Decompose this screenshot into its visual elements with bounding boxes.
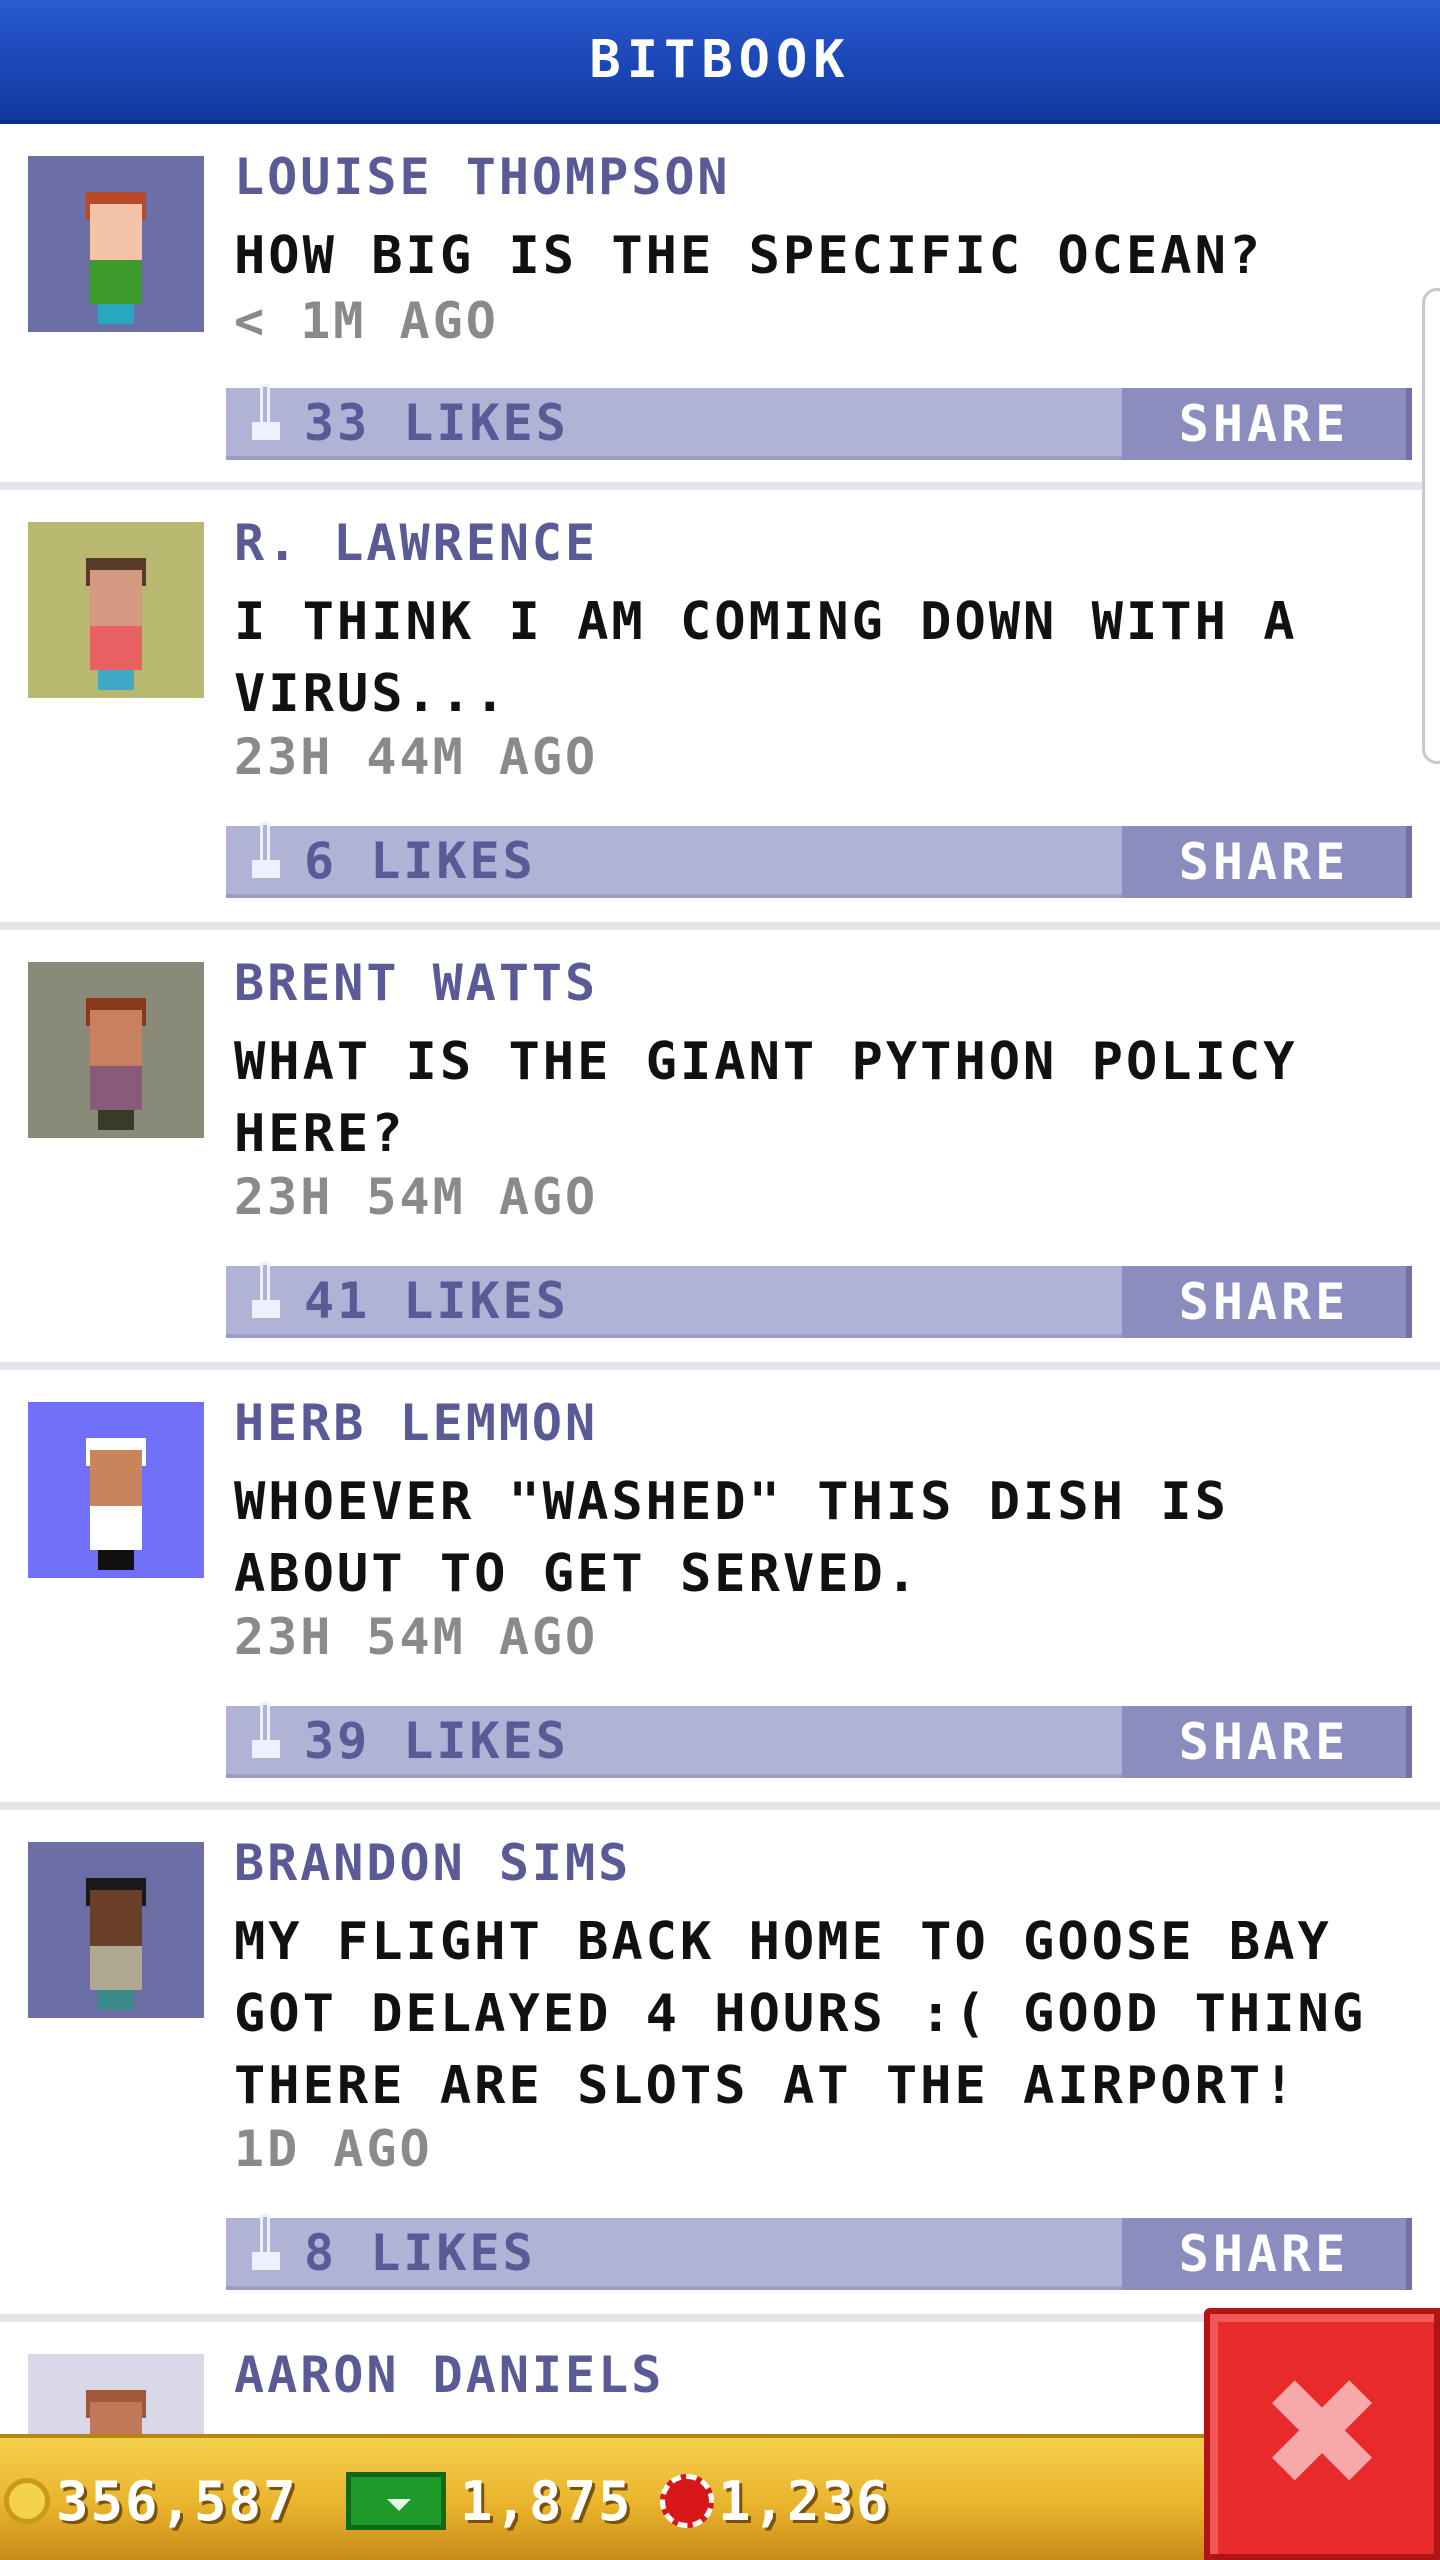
like-bar[interactable]: 39 LIKES SHARE (226, 1702, 1412, 1778)
avatar[interactable] (28, 1402, 204, 1578)
person-sprite (68, 1858, 164, 2018)
avatar[interactable] (28, 1842, 204, 2018)
post-feed[interactable]: LOUISE THOMPSON HOW BIG IS THE SPECIFIC … (0, 124, 1440, 2434)
share-label: SHARE (1178, 2225, 1350, 2283)
person-sprite (68, 2370, 164, 2434)
app-header: BITBOOK (0, 0, 1440, 124)
post-item: R. LAWRENCE I THINK I AM COMING DOWN WIT… (0, 490, 1440, 930)
post-time: < 1M AGO (234, 292, 499, 350)
coins-stat: 356,587 (4, 2458, 298, 2544)
post-time: 23H 54M AGO (234, 1168, 599, 1226)
post-time: 1D AGO (234, 2120, 433, 2178)
bux-icon (660, 2474, 714, 2528)
bux-stat: 1,236 (660, 2458, 891, 2544)
page-title: BITBOOK (589, 30, 851, 90)
like-bar[interactable]: 8 LIKES SHARE (226, 2214, 1412, 2290)
avatar[interactable] (28, 522, 204, 698)
thumb-up-icon (246, 1262, 286, 1322)
post-author[interactable]: R. LAWRENCE (234, 514, 598, 572)
post-item: LOUISE THOMPSON HOW BIG IS THE SPECIFIC … (0, 124, 1440, 490)
likes-count: 39 LIKES (304, 1712, 569, 1770)
close-button[interactable]: ✖ (1204, 2308, 1440, 2560)
post-item: BRENT WATTS WHAT IS THE GIANT PYTHON POL… (0, 930, 1440, 1370)
likes-count: 8 LIKES (304, 2224, 536, 2282)
likes-count: 33 LIKES (304, 394, 569, 452)
like-bar[interactable]: 6 LIKES SHARE (226, 822, 1412, 898)
bux-value: 1,236 (718, 2469, 891, 2533)
person-sprite (68, 978, 164, 1138)
share-button[interactable]: SHARE (1122, 388, 1412, 460)
close-icon: ✖ (1259, 2347, 1385, 2521)
cash-value: 1,875 (460, 2469, 633, 2533)
like-bar[interactable]: 41 LIKES SHARE (226, 1262, 1412, 1338)
post-message: WHOEVER "WASHED" THIS DISH IS ABOUT TO G… (234, 1472, 1229, 1604)
post-message: HOW BIG IS THE SPECIFIC OCEAN? (234, 226, 1264, 286)
scrollbar[interactable] (1422, 288, 1440, 764)
share-label: SHARE (1178, 1713, 1350, 1771)
post-author[interactable]: HERB LEMMON (234, 1394, 598, 1452)
post-time: 23H 44M AGO (234, 728, 599, 786)
thumb-up-icon (246, 1702, 286, 1762)
post-message: MY FLIGHT BACK HOME TO GOOSE BAY GOT DEL… (234, 1912, 1367, 2116)
share-label: SHARE (1178, 1273, 1350, 1331)
like-bar[interactable]: 33 LIKES SHARE (226, 384, 1412, 460)
post-message: WHAT IS THE GIANT PYTHON POLICY HERE? (234, 1032, 1298, 1164)
thumb-up-icon (246, 822, 286, 882)
coin-icon (4, 2478, 50, 2524)
post-item: HERB LEMMON WHOEVER "WASHED" THIS DISH I… (0, 1370, 1440, 1810)
share-label: SHARE (1178, 395, 1350, 453)
person-sprite (68, 538, 164, 698)
thumb-up-icon (246, 2214, 286, 2274)
cash-icon (346, 2472, 446, 2530)
post-author[interactable]: BRENT WATTS (234, 954, 598, 1012)
thumb-up-icon (246, 384, 286, 444)
avatar[interactable] (28, 156, 204, 332)
coins-value: 356,587 (56, 2469, 298, 2533)
share-button[interactable]: SHARE (1122, 826, 1412, 898)
person-sprite (68, 1418, 164, 1578)
post-item: BRANDON SIMS MY FLIGHT BACK HOME TO GOOS… (0, 1810, 1440, 2322)
post-author[interactable]: BRANDON SIMS (234, 1834, 631, 1892)
person-sprite (68, 172, 164, 332)
post-author[interactable]: LOUISE THOMPSON (234, 148, 731, 206)
share-label: SHARE (1178, 833, 1350, 891)
likes-count: 6 LIKES (304, 832, 536, 890)
post-time: 23H 54M AGO (234, 1608, 599, 1666)
share-button[interactable]: SHARE (1122, 2218, 1412, 2290)
post-message: I THINK I AM COMING DOWN WITH A VIRUS... (234, 592, 1298, 724)
post-author[interactable]: AARON DANIELS (234, 2346, 664, 2404)
cash-stat: 1,875 (346, 2458, 633, 2544)
avatar[interactable] (28, 2354, 204, 2434)
avatar[interactable] (28, 962, 204, 1138)
share-button[interactable]: SHARE (1122, 1266, 1412, 1338)
likes-count: 41 LIKES (304, 1272, 569, 1330)
share-button[interactable]: SHARE (1122, 1706, 1412, 1778)
